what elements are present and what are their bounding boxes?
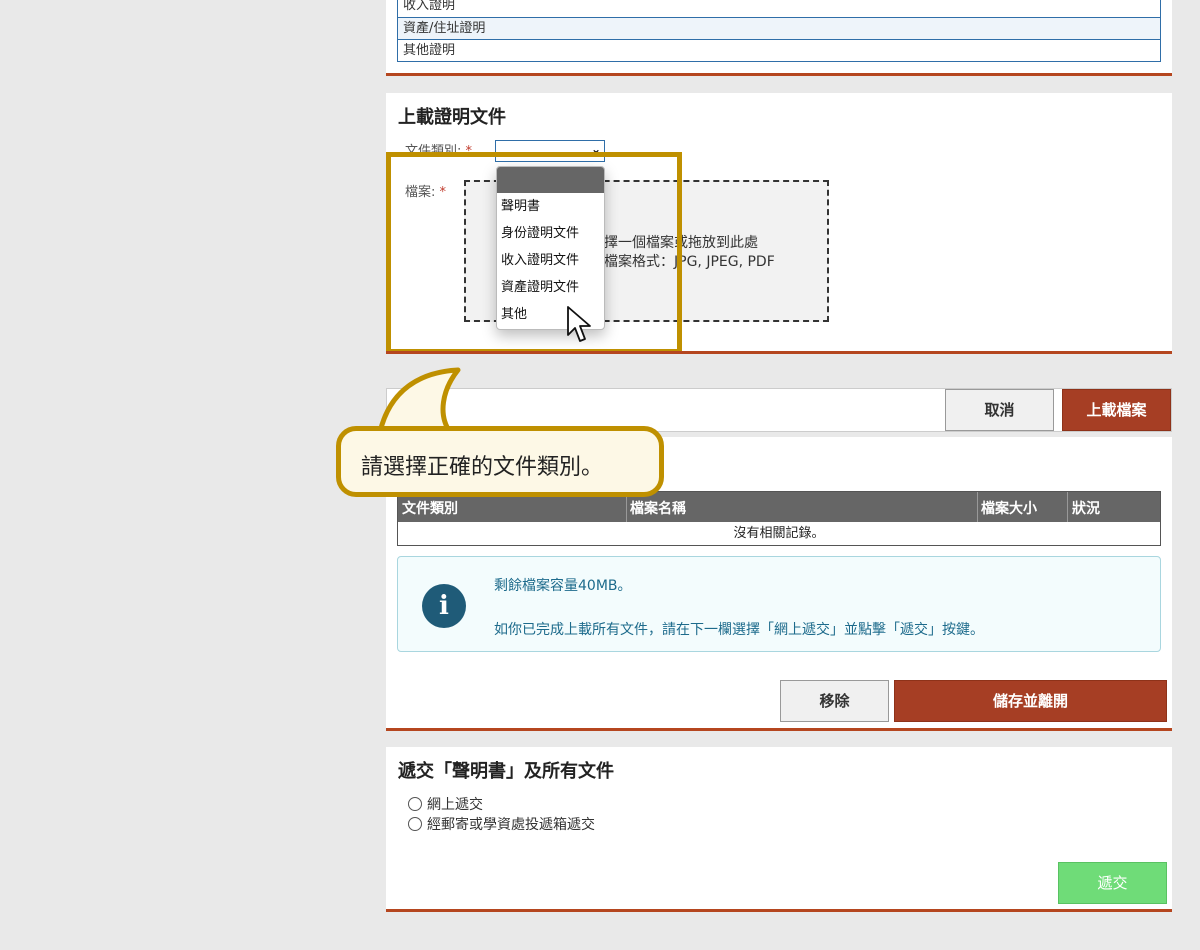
column-header: 檔案大小: [981, 501, 1037, 517]
upload-file-button[interactable]: 上載檔案: [1062, 389, 1171, 431]
radio-button[interactable]: [408, 817, 422, 831]
radio-online-submit[interactable]: 網上遞交: [408, 794, 483, 814]
empty-row: 沒有相關記錄。: [733, 526, 825, 541]
radio-button[interactable]: [408, 797, 422, 811]
remove-button[interactable]: 移除: [780, 680, 889, 722]
callout-text: 請選擇正確的文件類別。: [361, 455, 604, 480]
uploaded-files-table: 文件類別 檔案名稱 檔案大小 狀況 沒有相關記錄。: [397, 491, 1161, 546]
submit-title: 遞交「聲明書」及所有文件: [398, 761, 614, 782]
radio-mail-submit[interactable]: 經郵寄或學資處投遞箱遞交: [408, 814, 595, 834]
save-exit-button[interactable]: 儲存並離開: [894, 680, 1167, 722]
section-divider: [386, 73, 1172, 76]
submit-button[interactable]: 遞交: [1058, 862, 1167, 904]
info-box: i 剩餘檔案容量40MB。 如你已完成上載所有文件，請在下一欄選擇「網上遞交」並…: [397, 556, 1161, 652]
column-divider: [1067, 492, 1068, 522]
column-header: 文件類別: [402, 501, 458, 517]
doc-type-table: 收入證明 資產/住址證明 其他證明: [397, 0, 1161, 62]
doc-type-row: 其他證明: [398, 39, 1160, 61]
instruction-callout: 請選擇正確的文件類別。: [336, 426, 664, 497]
upload-title: 上載證明文件: [398, 107, 506, 128]
column-header: 檔案名稱: [630, 501, 686, 517]
column-header: 狀況: [1072, 501, 1100, 517]
doc-type-row: 資產/住址證明: [398, 17, 1160, 39]
section-divider: [386, 351, 1172, 354]
highlight-frame: [386, 152, 682, 354]
section-divider: [386, 728, 1172, 731]
radio-label: 網上遞交: [427, 797, 483, 813]
info-instruction: 如你已完成上載所有文件，請在下一欄選擇「網上遞交」並點擊「遞交」按鍵。: [494, 622, 984, 638]
doc-type-row: 收入證明: [403, 0, 456, 13]
radio-label: 經郵寄或學資處投遞箱遞交: [427, 817, 595, 833]
column-divider: [977, 492, 978, 522]
info-capacity: 剩餘檔案容量40MB。: [494, 578, 632, 594]
section-divider: [386, 909, 1172, 912]
cancel-button[interactable]: 取消: [945, 389, 1054, 431]
info-icon: i: [422, 584, 466, 628]
